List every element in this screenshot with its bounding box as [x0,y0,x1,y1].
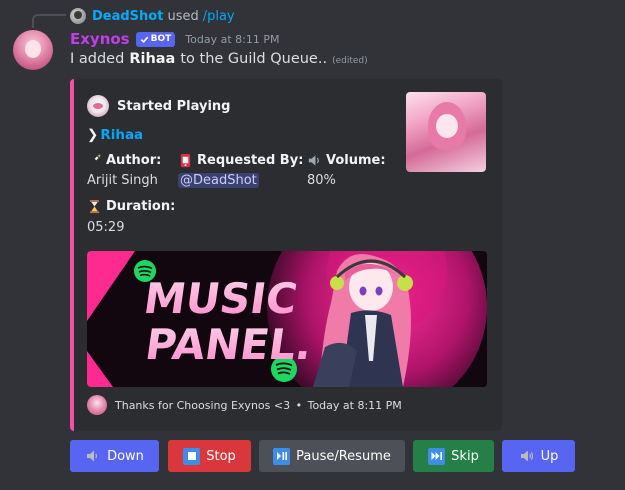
message-text-before: I added [70,51,125,67]
skip-label: Skip [451,448,479,464]
pause-resume-button[interactable]: Pause/Resume [259,440,405,472]
footer-separator: • [295,398,303,412]
message-text-after: to the Guild Queue.. [180,51,328,67]
field-author-label: Author: [87,153,161,168]
author-label-text: Author: [106,153,162,168]
bot-tag: BOT [135,31,176,47]
requested-label-text: Requested By: [197,153,304,168]
field-duration-label: Duration: [87,199,175,214]
duration-label-text: Duration: [106,199,176,214]
field-author-value: Arijit Singh [87,173,158,188]
bot-username[interactable]: Exynos [70,30,130,48]
message-content: I added Rihaa to the Guild Queue.. (edit… [70,51,368,67]
reply-username[interactable]: DeadShot [92,9,163,24]
music-panel-banner-art: MUSIC PANEL. [87,251,487,387]
embed-author-name: Started Playing [117,98,231,114]
embed-title-text[interactable]: Rihaa [100,127,143,143]
volume-up-label: Up [540,448,559,464]
bot-avatar[interactable] [13,30,53,70]
pause-resume-label: Pause/Resume [296,448,391,464]
field-volume-value: 80% [307,173,336,188]
field-requested-label: Requested By: [178,153,303,168]
bot-tag-label: BOT [150,34,172,44]
footer-timestamp: Today at 8:11 PM [307,398,402,412]
music-panel-banner[interactable]: MUSIC PANEL. [87,251,487,387]
embed-author-icon [87,95,109,117]
footer-text: Thanks for Choosing Exynos <3 [115,398,291,412]
magic-wand-icon [88,153,102,167]
hourglass-icon [89,199,100,214]
verified-check-icon [140,36,148,43]
now-playing-embed: Started Playing ❯ Rihaa Author: Arijit Si… [70,79,502,431]
volume-down-button[interactable]: Down [70,440,159,472]
banner-title-line2: PANEL. [142,320,315,369]
stop-label: Stop [206,448,236,464]
reply-used-text: used [167,8,199,24]
reply-reference[interactable]: DeadShot used /play [70,6,235,26]
play-pause-icon [273,447,291,465]
field-requested-value[interactable]: @DeadShot [178,173,259,188]
volume-up-button[interactable]: Up [502,440,575,472]
message-timestamp: Today at 8:11 PM [185,32,280,46]
speaker-low-icon [87,450,98,462]
reply-avatar[interactable] [70,8,86,24]
stop-button[interactable]: Stop [168,440,251,472]
embed-thumbnail[interactable] [406,92,486,172]
chevron-right-icon: ❯ [87,127,99,143]
message-header: Exynos BOT Today at 8:11 PM [70,30,279,48]
volume-down-label: Down [107,448,144,464]
embed-author: Started Playing [87,95,230,117]
speaker-high-icon [520,450,533,462]
volume-label-text: Volume: [326,153,386,168]
banner-title-line1: MUSIC [141,274,300,323]
reply-command[interactable]: /play [203,9,235,24]
field-duration-value: 05:29 [87,220,125,235]
paper-note-icon [180,153,191,168]
reply-connector [32,14,66,28]
edited-label: (edited) [332,56,368,66]
embed-footer: Thanks for Choosing Exynos <3 • Today at… [87,395,402,415]
embed-title[interactable]: ❯ Rihaa [87,127,143,143]
fast-forward-icon [428,447,446,465]
speaker-icon [308,155,319,166]
skip-button[interactable]: Skip [413,440,494,472]
message-song-name: Rihaa [129,51,176,67]
user-mention[interactable]: @DeadShot [178,173,259,188]
stop-icon [183,447,201,465]
footer-icon [87,395,107,415]
field-volume-label: Volume: [307,153,386,168]
